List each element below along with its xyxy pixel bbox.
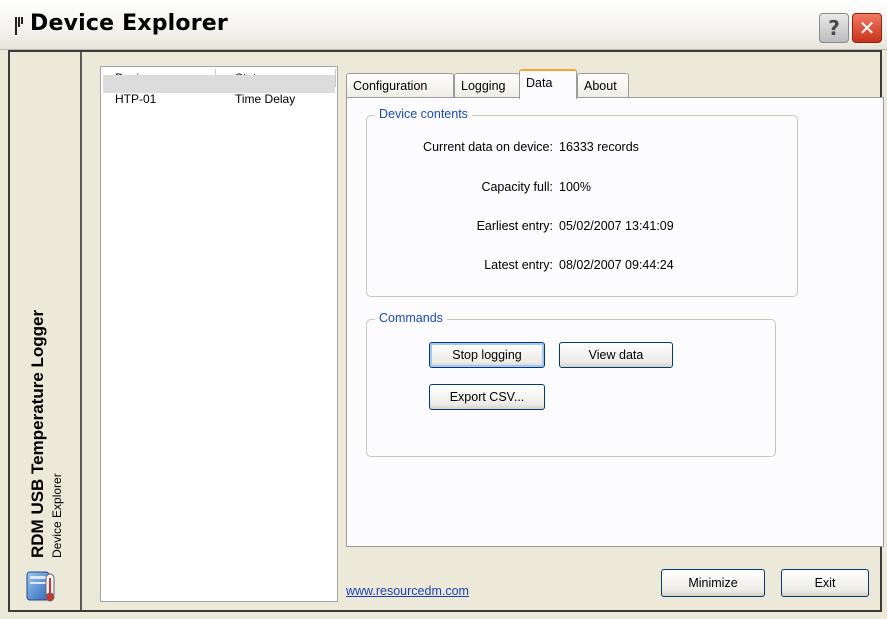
sidebar-subtitle: Device Explorer	[50, 473, 64, 558]
info-row-capacity: Capacity full: 100%	[367, 180, 799, 198]
info-value: 05/02/2007 13:41:09	[559, 219, 674, 233]
table-row[interactable]: HTP-01 Time Delay	[103, 75, 335, 106]
stop-logging-button[interactable]: Stop logging	[429, 342, 545, 368]
commands-group: Commands Stop logging View data Export C…	[366, 311, 776, 457]
tab-logging[interactable]: Logging	[454, 73, 520, 97]
help-button[interactable]: ?	[819, 13, 849, 43]
export-csv-button[interactable]: Export CSV...	[429, 384, 545, 410]
help-icon: ?	[828, 16, 840, 40]
device-contents-group: Device contents Current data on device: …	[366, 107, 799, 297]
close-icon: ✕	[858, 16, 876, 40]
title-bar[interactable]: Device Explorer ? ✕	[0, 0, 887, 50]
sidebar-title: RDM USB Temperature Logger	[28, 309, 47, 558]
computer-thermometer-icon	[26, 571, 55, 602]
view-data-button[interactable]: View data	[559, 342, 673, 368]
commands-legend: Commands	[375, 311, 447, 325]
website-link[interactable]: www.resourcedm.com	[346, 584, 469, 598]
info-value: 08/02/2007 09:44:24	[559, 258, 674, 272]
tab-about[interactable]: About	[577, 73, 629, 97]
main-frame: RDM USB Temperature Logger Device Explor…	[8, 50, 884, 612]
window-title: Device Explorer	[30, 11, 228, 36]
device-cell: HTP-01	[115, 92, 157, 106]
flag-icon	[15, 17, 23, 35]
info-row-latest-entry: Latest entry: 08/02/2007 09:44:24	[367, 258, 799, 276]
status-cell: Time Delay	[235, 92, 296, 106]
device-contents-legend: Device contents	[375, 107, 472, 121]
sidebar: RDM USB Temperature Logger Device Explor…	[10, 52, 82, 610]
info-label: Current data on device:	[423, 140, 553, 154]
app-window: Device Explorer ? ✕ RDM USB Temperature …	[0, 0, 887, 619]
column-divider[interactable]	[335, 69, 336, 87]
info-label: Capacity full:	[481, 180, 553, 194]
data-tab-panel: Device contents Current data on device: …	[346, 97, 884, 547]
info-row-earliest-entry: Earliest entry: 05/02/2007 13:41:09	[367, 219, 799, 237]
minimize-button[interactable]: Minimize	[661, 569, 765, 597]
info-label: Earliest entry:	[476, 219, 553, 233]
info-row-current-data: Current data on device: 16333 records	[367, 140, 799, 158]
tab-data[interactable]: Data	[519, 69, 577, 99]
tab-configuration[interactable]: Configuration	[346, 73, 454, 97]
exit-button[interactable]: Exit	[781, 569, 869, 597]
info-label: Latest entry:	[484, 258, 553, 272]
device-list[interactable]: Device Status HTP-01 Time Delay	[100, 66, 338, 602]
close-button[interactable]: ✕	[852, 13, 882, 43]
info-value: 100%	[559, 180, 591, 194]
info-value: 16333 records	[559, 140, 639, 154]
